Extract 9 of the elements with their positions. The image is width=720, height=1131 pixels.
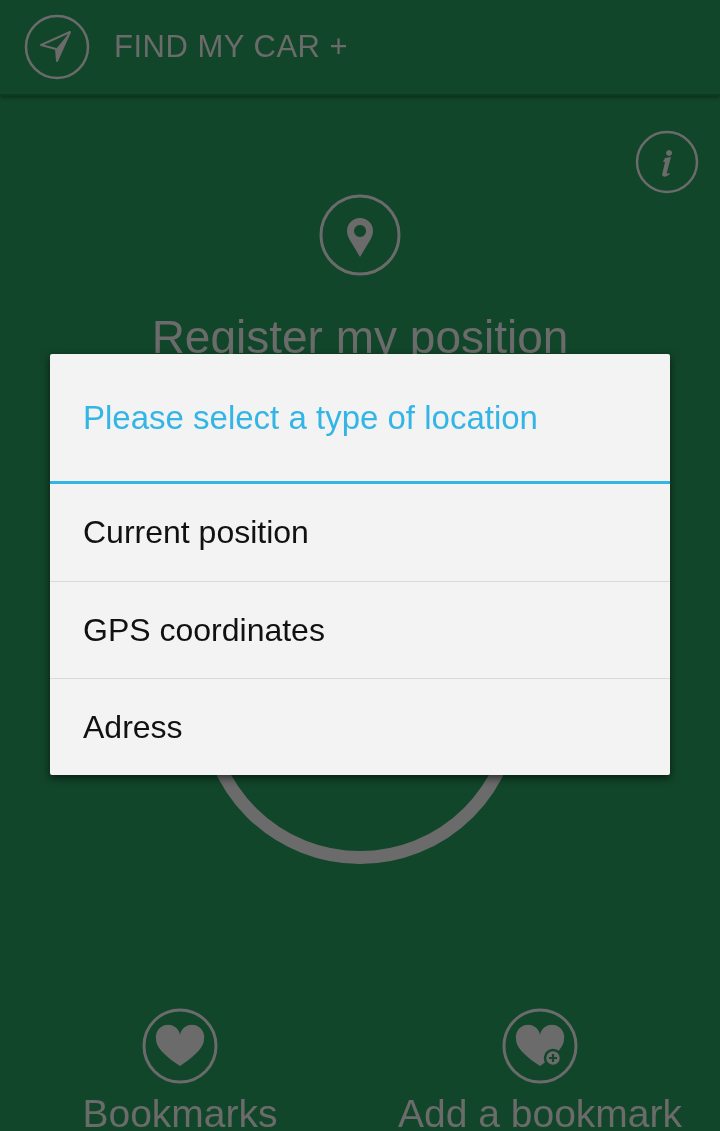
app-title: FIND MY CAR + (114, 29, 349, 65)
navigation-icon[interactable] (24, 14, 90, 80)
dialog-title: Please select a type of location (50, 354, 670, 484)
list-option[interactable]: GPS coordinates (50, 581, 670, 678)
list-option[interactable]: Current position (50, 484, 670, 581)
location-pin-icon[interactable] (319, 194, 401, 276)
list-option[interactable]: Adress (50, 678, 670, 775)
info-icon[interactable] (635, 130, 699, 194)
heart-plus-icon[interactable] (502, 1008, 578, 1084)
